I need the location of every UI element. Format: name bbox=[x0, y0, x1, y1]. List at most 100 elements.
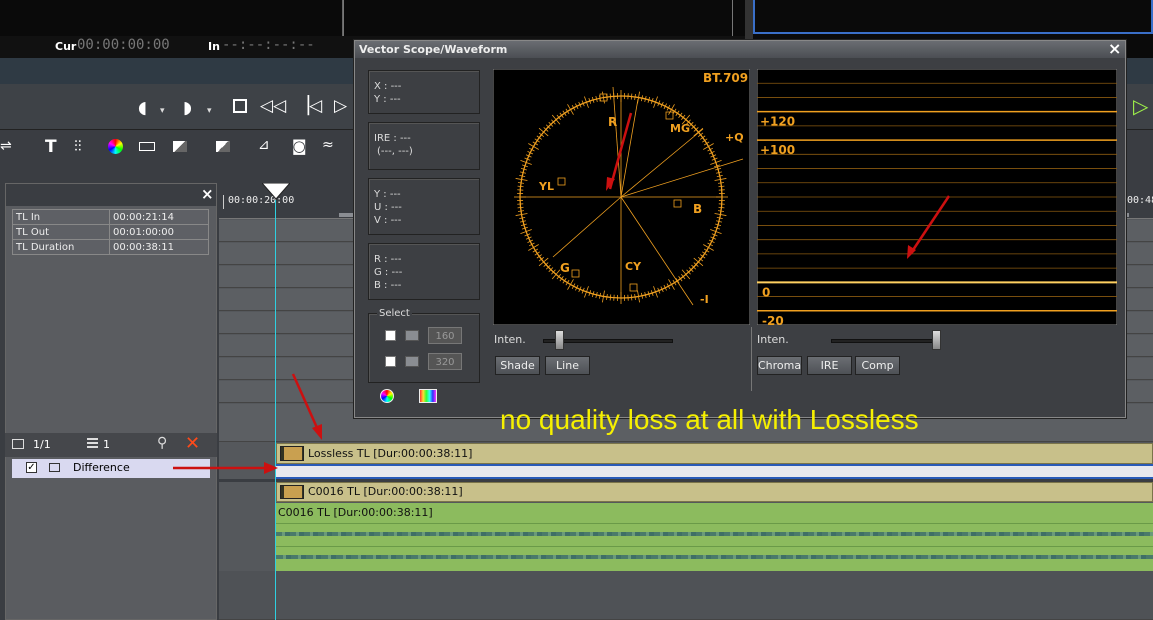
playhead-marker[interactable] bbox=[262, 183, 290, 219]
table-row: TL In 00:00:21:14 bbox=[12, 209, 209, 225]
target-g: G bbox=[560, 261, 570, 275]
select-value-2[interactable]: 320 bbox=[428, 353, 462, 370]
track-row[interactable] bbox=[219, 571, 1153, 620]
inten-label: Inten. bbox=[494, 333, 526, 346]
line-button[interactable]: Line bbox=[545, 356, 590, 375]
select-checkbox-2[interactable] bbox=[385, 356, 396, 367]
play-recorder-icon[interactable]: ▷ bbox=[1133, 94, 1148, 118]
audio-waveform bbox=[276, 532, 1153, 536]
clip-label: C0016 TL [Dur:00:00:38:11] bbox=[278, 506, 433, 519]
cur-timecode: 00:00:00:00 bbox=[77, 37, 170, 53]
vector-inten-slider[interactable] bbox=[554, 330, 564, 350]
timeline-clip-lossless[interactable]: Lossless TL [Dur:00:00:38:11] bbox=[276, 443, 1153, 464]
waveform-inten-track[interactable] bbox=[831, 339, 938, 343]
histogram-icon[interactable] bbox=[419, 389, 437, 403]
play-icon[interactable]: ▷ bbox=[334, 96, 347, 116]
playhead-line bbox=[275, 200, 276, 620]
dropdown-arrow-icon[interactable]: ▾ bbox=[160, 106, 165, 116]
info-label: TL Out bbox=[12, 224, 110, 240]
select-checkbox-1[interactable] bbox=[385, 330, 396, 341]
waveform-inten-slider[interactable] bbox=[931, 330, 941, 350]
clip-thumbnail-icon bbox=[280, 485, 304, 499]
ruler-tick bbox=[223, 195, 224, 209]
mixer-icon[interactable]: ⫶⫶ bbox=[74, 137, 82, 155]
target-mg: MG bbox=[670, 122, 690, 135]
u-value: U : --- bbox=[374, 202, 402, 213]
list-item[interactable]: ✓ Difference bbox=[12, 459, 210, 478]
checkbox-checked[interactable]: ✓ bbox=[26, 462, 37, 473]
timeline-clip-c0016-video[interactable]: C0016 TL [Dur:00:00:38:11] bbox=[276, 482, 1153, 502]
clip-info-header: × bbox=[6, 184, 216, 206]
monitor-icon[interactable] bbox=[12, 439, 24, 449]
axis-i: -I bbox=[700, 293, 709, 306]
ire-button[interactable]: IRE bbox=[807, 356, 852, 375]
vector-scope-window[interactable]: Vector Scope/Waveform × X : --- Y : --- … bbox=[354, 39, 1126, 418]
window-title: Vector Scope/Waveform bbox=[359, 43, 508, 56]
source-monitor[interactable] bbox=[343, 0, 733, 36]
y-value: Y : --- bbox=[374, 189, 401, 200]
split-icon[interactable]: ⇌ bbox=[0, 138, 12, 154]
v-value: V : --- bbox=[374, 215, 402, 226]
clip-list-bar: 1/1 1 ⚲ ✕ bbox=[5, 433, 217, 457]
list-icon[interactable] bbox=[87, 438, 98, 450]
panel-divider bbox=[751, 327, 752, 391]
in-label: In bbox=[208, 40, 220, 53]
delete-icon[interactable]: ✕ bbox=[185, 433, 200, 454]
waveform-level-label: -20 bbox=[762, 314, 784, 325]
clip-info-table: TL In 00:00:21:14 TL Out 00:01:00:00 TL … bbox=[12, 209, 209, 255]
close-icon[interactable]: × bbox=[1108, 39, 1121, 58]
scope-title-bar[interactable]: Vector Scope/Waveform × bbox=[355, 39, 1125, 58]
chroma-button[interactable]: Chroma bbox=[757, 356, 802, 375]
audio-divider bbox=[276, 523, 1153, 524]
transition-icon[interactable] bbox=[216, 141, 230, 152]
stop-icon[interactable] bbox=[233, 99, 247, 113]
y-readout: Y : --- bbox=[374, 94, 401, 105]
audio-divider bbox=[276, 546, 1153, 547]
inten-label: Inten. bbox=[757, 333, 789, 346]
close-icon[interactable]: × bbox=[201, 185, 214, 203]
info-value: 00:01:00:00 bbox=[109, 224, 209, 240]
info-value: 00:00:38:11 bbox=[109, 239, 209, 255]
mark-out-icon[interactable]: ◗ bbox=[183, 98, 192, 118]
target-cy: CY bbox=[625, 260, 642, 273]
clip-count: 1 bbox=[103, 438, 110, 451]
select-value-1[interactable]: 160 bbox=[428, 327, 462, 344]
audio-level-icon[interactable]: ⊿ bbox=[258, 137, 270, 153]
rewind-icon[interactable]: ◁◁ bbox=[260, 96, 286, 116]
difference-track-clip[interactable] bbox=[276, 464, 1153, 479]
color-wheel-icon[interactable] bbox=[380, 389, 394, 403]
g-value: G : --- bbox=[374, 267, 403, 278]
camera-icon[interactable]: ◙ bbox=[292, 137, 307, 155]
in-timecode: --:--:--:-- bbox=[222, 37, 315, 53]
waveform-display[interactable]: +120 +100 0 -20 bbox=[757, 69, 1117, 325]
r-value: R : --- bbox=[374, 254, 402, 265]
mark-in-icon[interactable]: ◖ bbox=[138, 98, 147, 118]
clip-label: C0016 TL [Dur:00:00:38:11] bbox=[308, 485, 463, 498]
link-icon[interactable]: ⚲ bbox=[157, 435, 167, 451]
select-line-icon bbox=[405, 356, 419, 367]
player-monitor[interactable] bbox=[0, 0, 343, 36]
vector-scope-display[interactable]: BT.709 R MG +Q YL B G CY -I bbox=[493, 69, 750, 325]
waveform-level-label: +100 bbox=[760, 143, 795, 157]
timeline-clip-c0016-audio[interactable]: C0016 TL [Dur:00:00:38:11] bbox=[276, 503, 1153, 571]
shade-button[interactable]: Shade bbox=[495, 356, 540, 375]
scope-standard: BT.709 bbox=[703, 71, 748, 85]
color-wheel-icon[interactable] bbox=[108, 139, 123, 154]
dropdown-arrow-icon[interactable]: ▾ bbox=[207, 106, 212, 116]
target-yl: YL bbox=[538, 180, 554, 193]
transition-icon[interactable] bbox=[173, 141, 187, 152]
title-tool-icon[interactable]: T bbox=[45, 137, 57, 157]
axis-q: +Q bbox=[725, 131, 744, 144]
target-b: B bbox=[693, 202, 702, 216]
waveform-icon[interactable]: ≈ bbox=[322, 137, 334, 153]
step-back-icon[interactable]: ▕◁ bbox=[296, 96, 322, 116]
ire-coords: (---, ---) bbox=[377, 146, 413, 157]
xy-readout: X : --- Y : --- bbox=[368, 70, 480, 114]
comp-button[interactable]: Comp bbox=[855, 356, 900, 375]
clip-icon[interactable] bbox=[139, 142, 155, 151]
audio-waveform bbox=[276, 555, 1153, 559]
table-row: TL Out 00:01:00:00 bbox=[12, 224, 209, 240]
b-value: B : --- bbox=[374, 280, 402, 291]
recorder-monitor[interactable] bbox=[753, 0, 1153, 34]
page-indicator: 1/1 bbox=[33, 438, 51, 451]
